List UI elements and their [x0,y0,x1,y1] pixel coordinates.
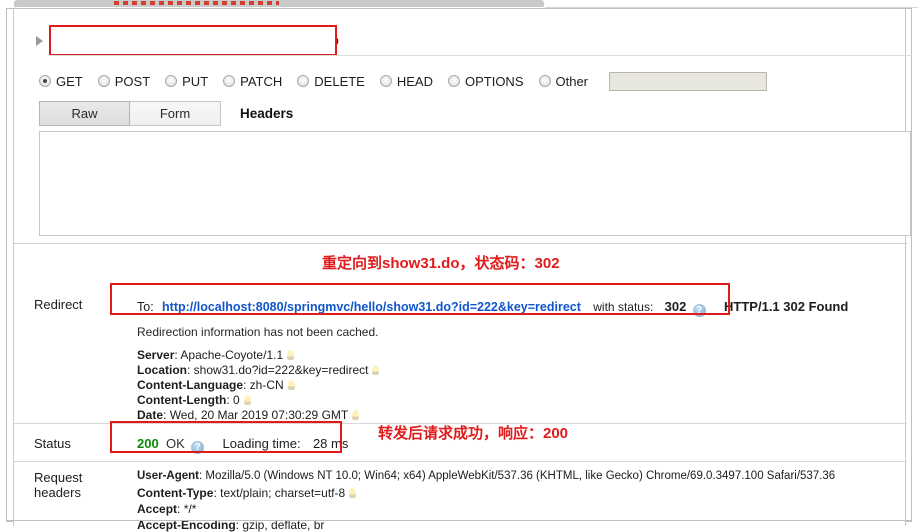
results-divider [14,243,907,244]
redirect-header-row: Content-Length: 0 [137,393,251,407]
headers-caption: Headers [240,106,294,121]
url-highlight-box [49,25,337,56]
annotation-status-note: 转发后请求成功，响应：200 [378,425,569,442]
bulb-icon[interactable] [352,410,360,420]
with-status-label: with status: [593,300,654,314]
window-bottom-edge [6,520,912,521]
header-name: User-Agent [137,470,199,482]
tab-dotted-marker [114,1,279,5]
question-mark-icon[interactable]: ? [191,441,205,454]
bulb-icon[interactable] [372,365,380,375]
status-label: Status [34,436,71,451]
radio-dot-icon [97,75,110,87]
http-method-radio-group: GET POST PUT PATCH DELETE HEAD OPTIONS O… [39,69,917,93]
redirect-status-line: HTTP/1.1 302 Found [724,299,849,314]
question-mark-icon[interactable]: ? [692,304,706,317]
redirect-cache-note: Redirection information has not been cac… [137,325,379,339]
method-label: PUT [182,73,209,89]
method-label: GET [56,73,83,89]
redirect-header-row: Server: Apache-Coyote/1.1 [137,348,295,362]
header-value: */* [183,502,197,516]
application-window: GET POST PUT PATCH DELETE [0,0,918,532]
loading-time-value: 28 ms [312,436,349,451]
request-body-textarea[interactable] [39,131,911,236]
bulb-icon[interactable] [243,395,251,405]
radio-dot-icon [223,75,236,87]
header-name: Content-Language [137,378,243,392]
request-header-row: Content-Type: text/plain; charset=utf-8 [137,486,357,500]
tabstrip-empty-area [545,0,918,8]
redirect-to-row: To: http://localhost:8080/springmvc/hell… [137,299,848,317]
header-name: Server [137,348,175,362]
header-value: show31.do?id=222&key=redirect [193,363,369,377]
header-value: Wed, 20 Mar 2019 07:30:29 GMT [169,408,349,422]
triangle-right-icon[interactable] [36,36,43,46]
tab-form[interactable]: Form [130,101,221,126]
method-label: PATCH [240,73,283,89]
method-radio-put[interactable]: PUT [165,74,208,89]
redirect-header-row: Content-Language: zh-CN [137,378,295,392]
radio-dot-icon [297,75,310,87]
annotation-redirect-note: 重定向到show31.do，状态码：302 [322,255,560,272]
loading-time-label: Loading time: [222,436,301,451]
url-underline [49,55,912,56]
header-name: Location [137,363,187,377]
method-label: OPTIONS [464,73,524,89]
bulb-icon[interactable] [349,488,357,498]
status-text: OK [166,436,185,451]
method-radio-get[interactable]: GET [39,74,83,89]
redirect-header-row: Location: show31.do?id=222&key=redirect [137,363,380,377]
radio-dot-icon [447,75,460,87]
bulb-icon[interactable] [287,380,295,390]
redirect-to-label: To: [137,300,154,314]
header-value: 0 [232,393,240,407]
method-radio-post[interactable]: POST [97,73,151,89]
header-value: Mozilla/5.0 (Windows NT 10.0; Win64; x64… [205,470,836,482]
redirect-header-row: Date: Wed, 20 Mar 2019 07:30:29 GMT [137,408,360,422]
browser-tab-partial[interactable] [14,0,544,7]
status-row: 200 OK ? Loading time: 28 ms [137,436,348,454]
bulb-icon[interactable] [287,350,295,360]
tab-form-label: Form [159,106,191,121]
header-name: Content-Length [137,393,227,407]
status-code: 200 [137,436,159,451]
tab-raw[interactable]: Raw [39,101,130,126]
request-header-row: User-Agent: Mozilla/5.0 (Windows NT 10.0… [137,470,836,482]
method-radio-delete[interactable]: DELETE [297,74,365,89]
radio-dot-icon [538,75,551,87]
header-name: Content-Type [137,486,214,500]
redirect-to-url[interactable]: http://localhost:8080/springmvc/hello/sh… [162,300,581,314]
radio-dot-icon [165,75,178,87]
tab-raw-label: Raw [71,106,98,121]
window-tabstrip [0,0,918,8]
method-radio-patch[interactable]: PATCH [223,74,282,89]
radio-dot-icon [39,75,51,87]
other-method-input[interactable] [609,71,768,91]
request-headers-label-line2: headers [34,485,81,500]
request-body-tabs: Raw Form Headers [39,101,917,127]
method-label: POST [114,73,151,89]
redirect-label: Redirect [34,297,83,312]
header-name: Date [137,408,164,422]
header-name: Accept [137,502,178,516]
header-value: zh-CN [249,378,284,392]
method-radio-other[interactable]: Other [538,73,589,89]
method-label: Other [555,73,589,89]
request-headers-divider [14,461,907,462]
method-radio-head[interactable]: HEAD [379,73,433,89]
method-label: HEAD [396,73,433,89]
request-header-row: Accept: */* [137,502,197,516]
method-label: DELETE [314,73,365,89]
request-headers-label-line1: Request [34,470,83,485]
header-value: text/plain; charset=utf-8 [220,486,346,500]
radio-dot-icon [379,75,392,87]
redirect-status-code: 302 [664,299,687,314]
method-radio-options[interactable]: OPTIONS [447,73,524,89]
header-value: Apache-Coyote/1.1 [180,348,284,362]
